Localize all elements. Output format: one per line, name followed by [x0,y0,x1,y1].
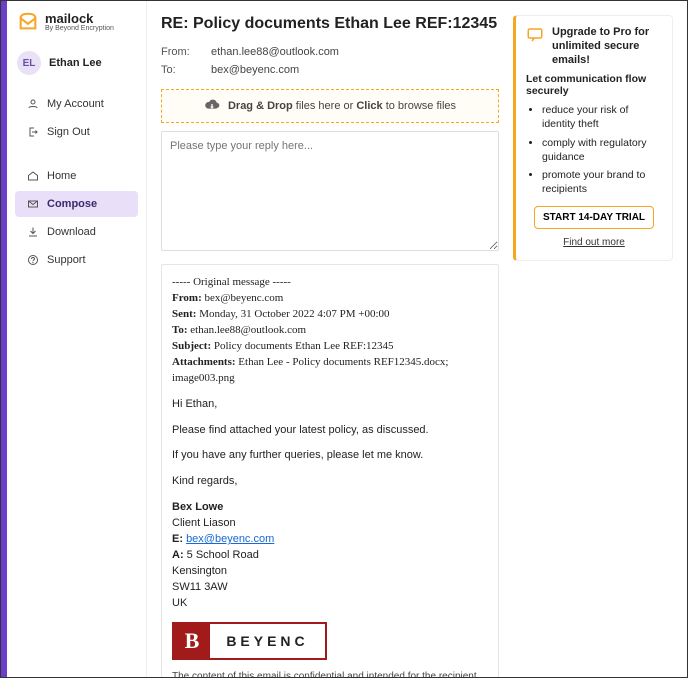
nav-download[interactable]: Download [15,219,138,245]
to-label: To: [161,64,211,76]
brand-tagline: By Beyond Encryption [45,25,114,32]
original-message: ----- Original message ----- From: bex@b… [161,264,499,677]
confidentiality-disclaimer: The content of this email is confidentia… [172,670,488,677]
support-icon [27,254,39,266]
chat-icon [526,26,544,44]
nav-support[interactable]: Support [15,247,138,273]
main: RE: Policy documents Ethan Lee REF:12345… [147,1,687,677]
nav-label: Home [47,170,76,182]
nav-sign-out[interactable]: Sign Out [15,119,138,145]
from-value: ethan.lee88@outlook.com [211,46,339,58]
nav-label: Download [47,226,96,238]
signature: Bex Lowe Client Liason E: bex@beyenc.com… [172,500,488,612]
beyenc-logo: B BEYENC [172,622,327,660]
nav-compose[interactable]: Compose [15,191,138,217]
promo-bullet: reduce your risk of identity theft [542,103,662,131]
start-trial-button[interactable]: START 14-DAY TRIAL [534,206,654,229]
nav-label: Sign Out [47,126,90,138]
promo-subtitle: Let communication flow securely [526,73,662,97]
promo-title: Upgrade to Pro for unlimited secure emai… [552,26,662,67]
dropzone-text: Drag & Drop files here or Click to brows… [228,100,456,112]
download-icon [27,226,39,238]
brand-logo: mailock By Beyond Encryption [7,11,146,45]
upgrade-promo: Upgrade to Pro for unlimited secure emai… [513,15,673,261]
thread-greeting: Hi Ethan, [172,397,488,413]
page-title: RE: Policy documents Ethan Lee REF:12345 [161,15,499,33]
mailock-icon [17,11,39,33]
nav-home[interactable]: Home [15,163,138,189]
mail-icon [27,198,39,210]
sign-out-icon [27,126,39,138]
thread-body: If you have any further queries, please … [172,448,488,464]
sidebar: mailock By Beyond Encryption EL Ethan Le… [7,1,147,677]
from-label: From: [161,46,211,58]
promo-bullet: comply with regulatory guidance [542,136,662,164]
thread-body: Please find attached your latest policy,… [172,423,488,439]
user-block[interactable]: EL Ethan Lee [7,45,146,89]
nav-label: Support [47,254,86,266]
to-value: bex@beyenc.com [211,64,299,76]
user-icon [27,98,39,110]
nav-label: Compose [47,198,97,210]
meta-from: From: ethan.lee88@outlook.com [161,43,499,61]
attachment-dropzone[interactable]: Drag & Drop files here or Click to brows… [161,89,499,123]
cloud-upload-icon [204,98,220,114]
find-out-more-link[interactable]: Find out more [526,237,662,248]
nav-my-account[interactable]: My Account [15,91,138,117]
avatar: EL [17,51,41,75]
sig-email-link[interactable]: bex@beyenc.com [186,533,274,545]
brand-name: mailock [45,12,114,25]
home-icon [27,170,39,182]
promo-bullet: promote your brand to recipients [542,168,662,196]
meta-to: To: bex@beyenc.com [161,61,499,79]
nav-label: My Account [47,98,104,110]
thread-closing: Kind regards, [172,474,488,490]
user-name: Ethan Lee [49,57,102,69]
reply-textarea[interactable] [161,131,499,251]
